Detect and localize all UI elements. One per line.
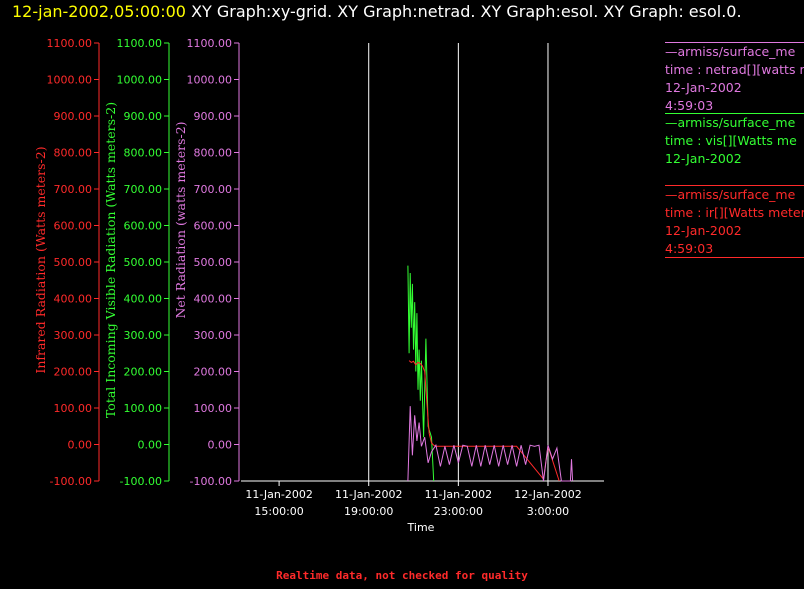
- y-tick-label: 700.00: [54, 183, 93, 196]
- y-tick-label: 100.00: [194, 402, 233, 415]
- y-tick-label: 400.00: [124, 293, 163, 306]
- y-axis-title: Infrared Radiation (Watts meters-2): [33, 146, 48, 373]
- legend-time: 4:59:03: [665, 241, 714, 256]
- y-tick-label: 400.00: [194, 293, 233, 306]
- x-tick-label: 3:00:00: [527, 505, 569, 518]
- y-tick-label: 0.00: [208, 439, 233, 452]
- y-tick-label: 1100.00: [117, 37, 163, 50]
- legend-description: time : ir[][Watts meters: [665, 205, 804, 220]
- y-tick-label: 200.00: [194, 366, 233, 379]
- y-tick-label: 700.00: [194, 183, 233, 196]
- y-tick-label: 800.00: [54, 147, 93, 160]
- y-tick-label: 1000.00: [187, 74, 233, 87]
- legend-description: time : netrad[][watts me: [665, 62, 804, 77]
- y-tick-label: 1100.00: [187, 37, 233, 50]
- y-tick-label: 200.00: [124, 366, 163, 379]
- legend-separator: [665, 257, 804, 258]
- y-tick-label: 300.00: [54, 329, 93, 342]
- y-tick-label: -100.00: [120, 475, 162, 488]
- y-tick-label: 0.00: [138, 439, 163, 452]
- y-tick-label: 500.00: [54, 256, 93, 269]
- y-tick-label: 800.00: [194, 147, 233, 160]
- y-tick-label: 200.00: [54, 366, 93, 379]
- x-tick-label: 11-Jan-2002: [245, 488, 313, 501]
- legend-date: 12-Jan-2002: [665, 223, 742, 238]
- legend-source: —armiss/surface_me: [665, 115, 796, 130]
- x-tick-label: 12-Jan-2002: [514, 488, 582, 501]
- x-tick-label: 19:00:00: [344, 505, 393, 518]
- legend-source: —armiss/surface_me: [665, 187, 796, 202]
- y-tick-label: 400.00: [54, 293, 93, 306]
- y-axis-title: Total Incoming Visible Radiation (Watts …: [103, 102, 118, 418]
- x-tick-label: 15:00:00: [254, 505, 303, 518]
- y-tick-label: 1000.00: [47, 74, 93, 87]
- legend-separator: [665, 113, 804, 114]
- y-tick-label: -100.00: [50, 475, 92, 488]
- y-tick-label: 700.00: [124, 183, 163, 196]
- legend-date: 12-Jan-2002: [665, 151, 742, 166]
- y-tick-label: 500.00: [124, 256, 163, 269]
- series-line-1: [408, 360, 560, 482]
- x-tick-label: 23:00:00: [434, 505, 483, 518]
- y-tick-label: 100.00: [54, 402, 93, 415]
- y-tick-label: 900.00: [194, 110, 233, 123]
- y-tick-label: -100.00: [190, 475, 232, 488]
- x-axis-title: Time: [407, 521, 435, 534]
- y-tick-label: 800.00: [124, 147, 163, 160]
- legend-source: —armiss/surface_me: [665, 44, 796, 59]
- legend-separator: [665, 42, 804, 43]
- y-tick-label: 100.00: [124, 402, 163, 415]
- x-tick-label: 11-Jan-2002: [335, 488, 403, 501]
- y-tick-label: 900.00: [54, 110, 93, 123]
- legend-netrad: —armiss/surface_me time : netrad[][watts…: [665, 42, 804, 115]
- legend-separator: [665, 185, 804, 186]
- y-tick-label: 500.00: [194, 256, 233, 269]
- legend-ir: —armiss/surface_me time : ir[][Watts met…: [665, 185, 804, 259]
- y-tick-label: 0.00: [68, 439, 93, 452]
- y-tick-label: 600.00: [124, 220, 163, 233]
- y-tick-label: 300.00: [124, 329, 163, 342]
- quality-notice: Realtime data, not checked for quality: [276, 569, 528, 582]
- x-tick-label: 11-Jan-2002: [425, 488, 493, 501]
- y-tick-label: 1100.00: [47, 37, 93, 50]
- legend-description: time : vis[][Watts me: [665, 133, 797, 148]
- legend-vis: —armiss/surface_me time : vis[][Watts me…: [665, 113, 804, 168]
- legend-date: 12-Jan-2002: [665, 80, 742, 95]
- y-tick-label: 1000.00: [117, 74, 163, 87]
- y-tick-label: 600.00: [54, 220, 93, 233]
- y-tick-label: 900.00: [124, 110, 163, 123]
- y-axis-title: Net Radiation (watts meters-2): [173, 121, 188, 318]
- y-tick-label: 600.00: [194, 220, 233, 233]
- y-tick-label: 300.00: [194, 329, 233, 342]
